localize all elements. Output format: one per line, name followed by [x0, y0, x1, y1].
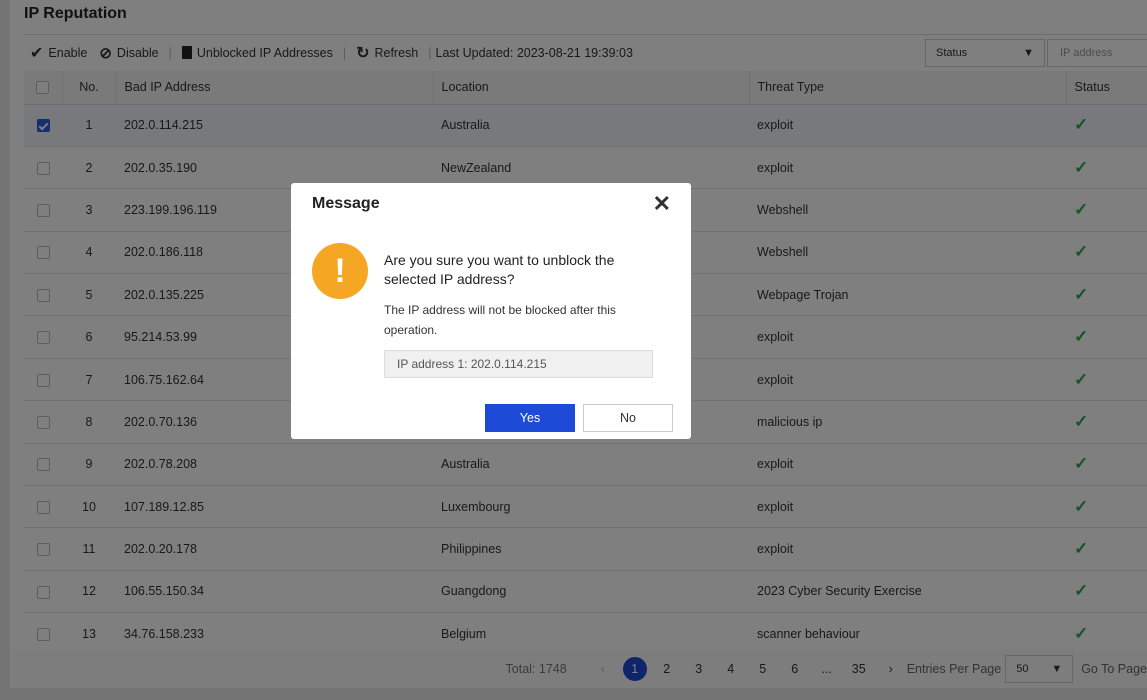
no-button[interactable]: No	[583, 404, 673, 432]
confirm-dialog: Message ✕ ! Are you sure you want to unb…	[291, 183, 691, 439]
dialog-detail: The IP address will not be blocked after…	[384, 303, 616, 337]
warning-icon: !	[312, 243, 368, 299]
close-icon[interactable]: ✕	[653, 191, 671, 217]
dialog-title: Message	[312, 195, 380, 212]
yes-button[interactable]: Yes	[485, 404, 575, 432]
dialog-question: Are you sure you want to unblock the sel…	[384, 252, 615, 287]
selected-ip-list: IP address 1: 202.0.114.215	[384, 350, 653, 378]
